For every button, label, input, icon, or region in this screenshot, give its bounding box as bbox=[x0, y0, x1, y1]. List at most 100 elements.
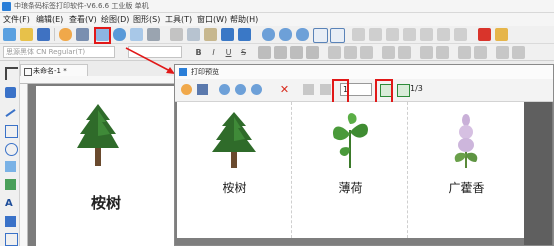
edit-tool-icon[interactable] bbox=[352, 28, 365, 41]
cut-icon[interactable] bbox=[170, 28, 183, 41]
zoom-out-icon[interactable] bbox=[279, 28, 292, 41]
same-height-icon[interactable] bbox=[512, 46, 525, 59]
page-shadow bbox=[524, 102, 552, 245]
preview-zoom-fit-icon[interactable] bbox=[251, 84, 262, 95]
lock-icon[interactable] bbox=[458, 46, 471, 59]
toolbar-separator bbox=[54, 28, 55, 41]
preview-print-icon[interactable] bbox=[197, 84, 208, 95]
menu-window[interactable]: 窗口(W) bbox=[197, 14, 227, 25]
patchouli-image bbox=[454, 114, 478, 168]
align-tool-icon[interactable] bbox=[403, 28, 416, 41]
flip-icon[interactable] bbox=[398, 46, 411, 59]
main-toolbar bbox=[0, 26, 554, 44]
align-top-icon[interactable] bbox=[328, 46, 341, 59]
align-center-icon[interactable] bbox=[274, 46, 287, 59]
align-bottom-icon[interactable] bbox=[360, 46, 373, 59]
menu-file[interactable]: 文件(F) bbox=[3, 14, 30, 25]
first-page-icon[interactable] bbox=[303, 84, 314, 95]
grid-icon[interactable] bbox=[147, 28, 160, 41]
paste-icon[interactable] bbox=[204, 28, 217, 41]
layer-up-icon[interactable] bbox=[420, 46, 433, 59]
line-tool-icon[interactable] bbox=[5, 109, 16, 117]
document-tab[interactable]: 未命名-1 * bbox=[20, 64, 88, 76]
shape-tool-icon[interactable] bbox=[5, 233, 18, 246]
text-tool-icon[interactable] bbox=[5, 87, 16, 98]
redo-icon[interactable] bbox=[238, 28, 251, 41]
group-tool-icon[interactable] bbox=[437, 28, 450, 41]
ungroup-tool-icon[interactable] bbox=[454, 28, 467, 41]
tree-image[interactable] bbox=[76, 102, 120, 168]
same-width-icon[interactable] bbox=[496, 46, 509, 59]
last-page-icon[interactable] bbox=[397, 84, 410, 97]
preview-label-cell: 桉树 bbox=[177, 102, 292, 238]
rotate-icon[interactable] bbox=[382, 46, 395, 59]
preview-page: 桉树 薄荷 广藿香 bbox=[177, 102, 524, 238]
menu-shape[interactable]: 图形(S) bbox=[133, 14, 160, 25]
preview-window-title: 打印预览 bbox=[191, 68, 219, 76]
page-count: 1/3 bbox=[410, 84, 423, 93]
menu-bar: 文件(F) 编辑(E) 查看(V) 绘图(D) 图形(S) 工具(T) 窗口(W… bbox=[0, 13, 554, 26]
database-icon[interactable] bbox=[113, 28, 126, 41]
save-icon[interactable] bbox=[37, 28, 50, 41]
document-tab-title: 未命名-1 * bbox=[33, 67, 67, 75]
preview-app-icon bbox=[179, 68, 187, 76]
preview-label-cell: 薄荷 bbox=[293, 102, 408, 238]
print-icon[interactable] bbox=[76, 28, 89, 41]
prev-page-icon[interactable] bbox=[320, 84, 331, 95]
table-tool-icon[interactable] bbox=[5, 216, 16, 227]
distribute-tool-icon[interactable] bbox=[420, 28, 433, 41]
new-file-icon[interactable] bbox=[3, 28, 16, 41]
print-preview-highlight bbox=[94, 27, 111, 44]
preview-close-icon[interactable]: ✕ bbox=[279, 84, 290, 95]
italic-button[interactable]: I bbox=[208, 47, 219, 58]
text-a-tool-icon[interactable]: A bbox=[5, 198, 16, 209]
preview-zoom-in-icon[interactable] bbox=[219, 84, 230, 95]
align-left-icon[interactable] bbox=[258, 46, 271, 59]
underline-button[interactable]: U bbox=[223, 47, 234, 58]
rectangle-tool-icon[interactable] bbox=[5, 125, 18, 138]
document-icon bbox=[24, 68, 32, 76]
export-icon[interactable] bbox=[495, 28, 508, 41]
pointer-tool-icon[interactable] bbox=[5, 67, 18, 80]
ellipse-tool-icon[interactable] bbox=[5, 143, 18, 156]
left-toolbox: A bbox=[0, 61, 20, 246]
image-tool-icon[interactable] bbox=[5, 179, 16, 190]
preview-zoom-out-icon[interactable] bbox=[235, 84, 246, 95]
menu-draw[interactable]: 绘图(D) bbox=[101, 14, 129, 25]
open-folder-icon[interactable] bbox=[20, 28, 33, 41]
mint-image bbox=[332, 113, 368, 168]
link-tool-icon[interactable] bbox=[369, 28, 382, 41]
batch-icon[interactable] bbox=[130, 28, 143, 41]
justify-icon[interactable] bbox=[306, 46, 319, 59]
cell-divider bbox=[407, 102, 408, 238]
barcode-tool-icon[interactable] bbox=[5, 161, 16, 172]
unlock-icon[interactable] bbox=[474, 46, 487, 59]
strikethrough-button[interactable]: S bbox=[238, 47, 249, 58]
bold-button[interactable]: B bbox=[193, 47, 204, 58]
font-select[interactable]: 思源黑体 CN Regular(T) bbox=[3, 46, 115, 58]
vertical-ruler bbox=[20, 84, 28, 246]
menu-view[interactable]: 查看(V) bbox=[69, 14, 97, 25]
layer-down-icon[interactable] bbox=[436, 46, 449, 59]
title-bar: 中琅条码标签打印软件-V6.6.6 工业版 单机 bbox=[0, 0, 554, 13]
align-right-icon[interactable] bbox=[290, 46, 303, 59]
preview-label-text: 广藿香 bbox=[448, 181, 485, 195]
copy-icon[interactable] bbox=[187, 28, 200, 41]
actual-size-icon[interactable] bbox=[313, 28, 328, 43]
settings-gear-icon[interactable] bbox=[59, 28, 72, 41]
zoom-in-icon[interactable] bbox=[262, 28, 275, 41]
undo-icon[interactable] bbox=[221, 28, 234, 41]
zoom-fit-icon[interactable] bbox=[296, 28, 309, 41]
format-toolbar: 思源黑体 CN Regular(T) B I U S bbox=[0, 44, 554, 61]
text-tool-icon[interactable] bbox=[386, 28, 399, 41]
fit-page-icon[interactable] bbox=[330, 28, 345, 43]
menu-edit[interactable]: 编辑(E) bbox=[36, 14, 63, 25]
print-preview-window: 打印预览 ✕ 1 1/3 桉树 薄荷 广藿香 bbox=[174, 64, 554, 246]
preview-settings-icon[interactable] bbox=[181, 84, 192, 95]
label-text[interactable]: 桉树 bbox=[76, 192, 136, 214]
pdf-icon[interactable] bbox=[478, 28, 491, 41]
menu-tools[interactable]: 工具(T) bbox=[165, 14, 192, 25]
menu-help[interactable]: 帮助(H) bbox=[230, 14, 258, 25]
align-middle-icon[interactable] bbox=[344, 46, 357, 59]
annotation-arrow bbox=[125, 47, 175, 74]
